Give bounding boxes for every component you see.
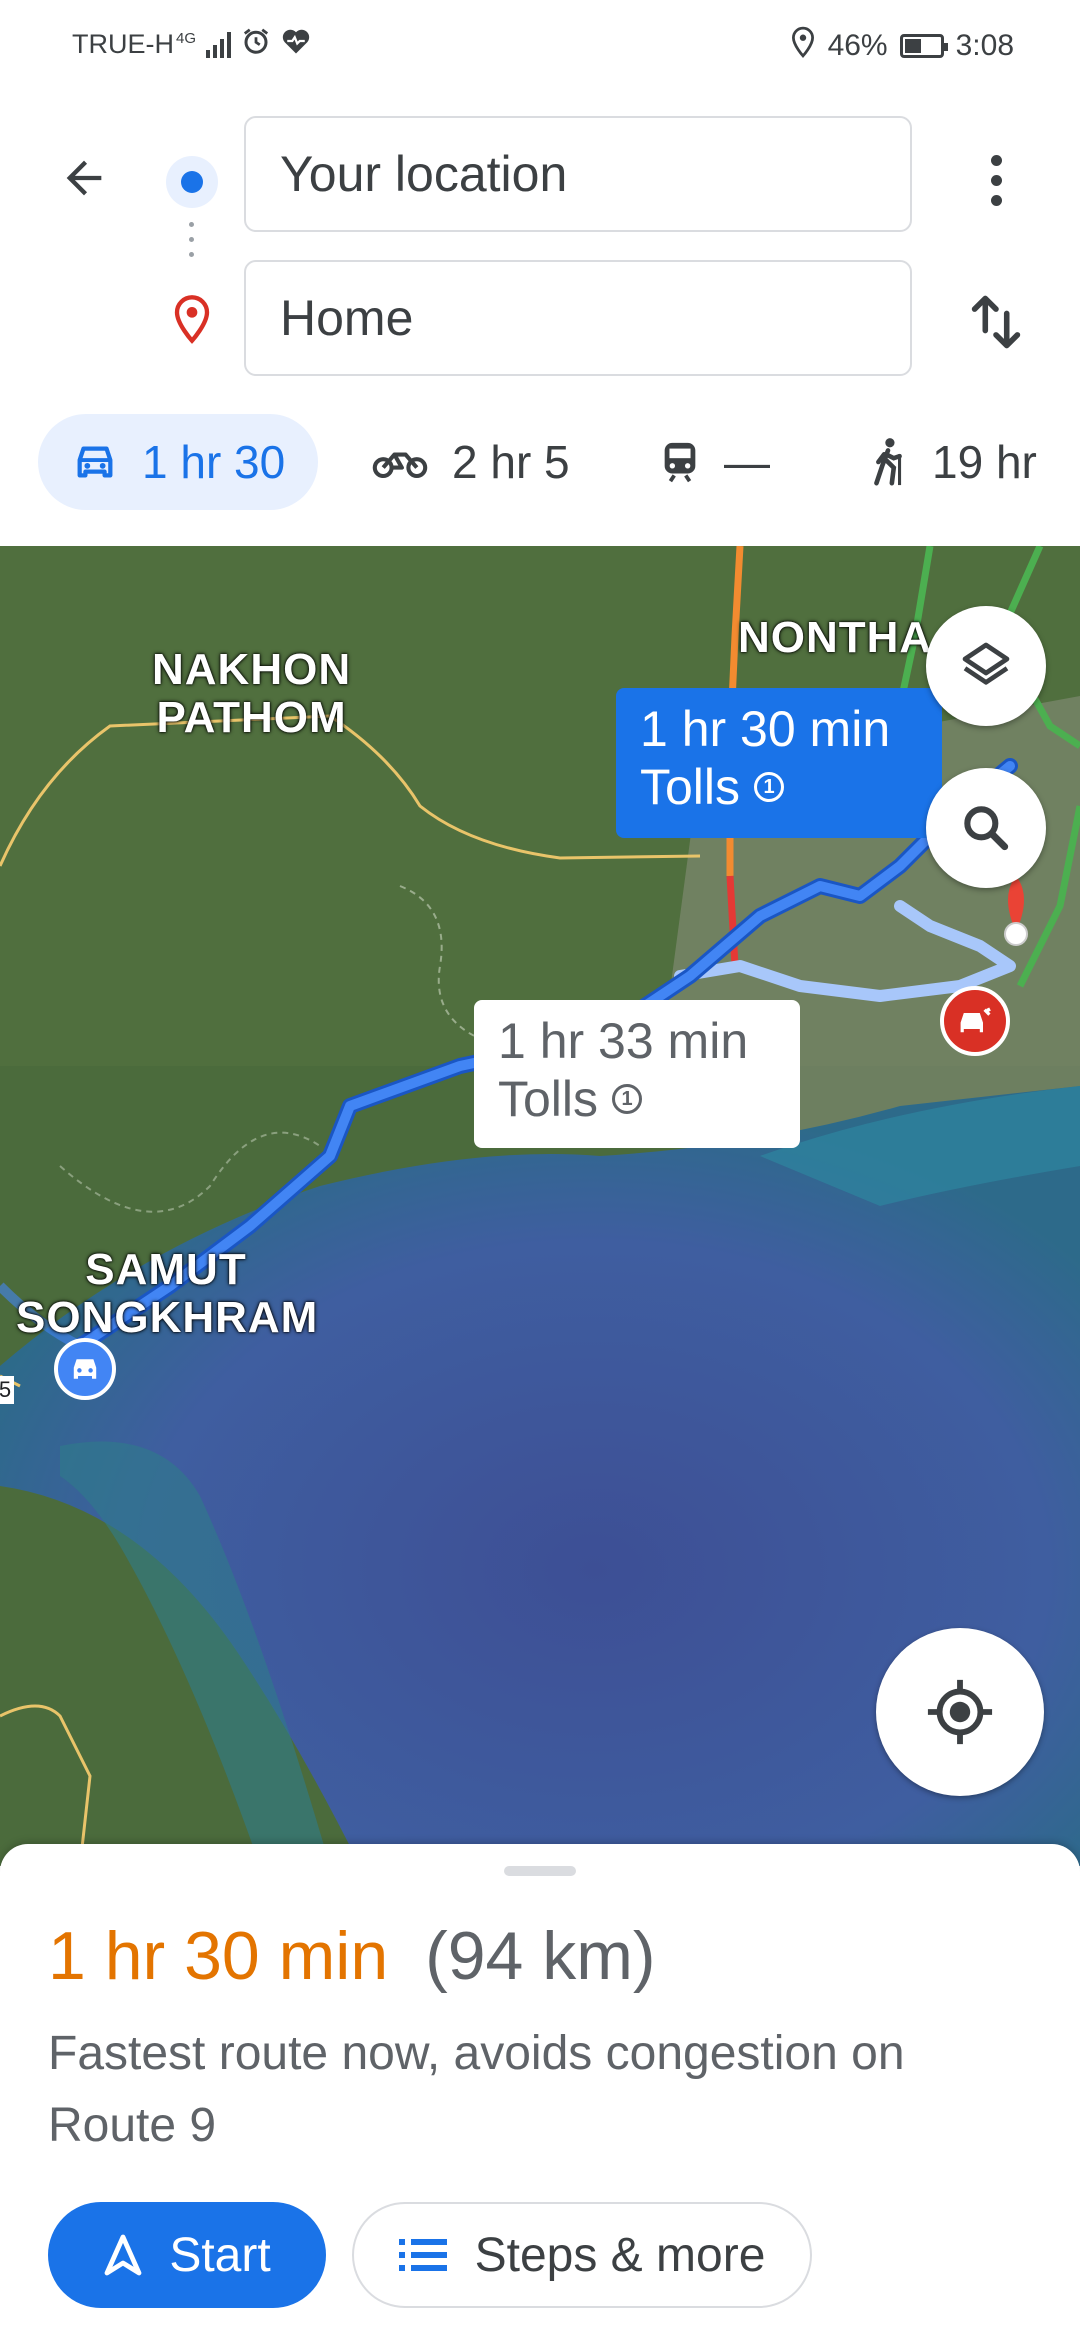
route-description: Fastest route now, avoids congestion on … xyxy=(48,2027,905,2152)
arrow-back-icon xyxy=(66,160,102,196)
navigation-arrow-icon xyxy=(104,2234,142,2276)
toll-info-icon: 1 xyxy=(612,1084,643,1114)
car-icon xyxy=(77,446,113,478)
alternate-route-note: Tolls xyxy=(498,1071,599,1127)
layers-icon xyxy=(962,642,1010,685)
crash-icon xyxy=(960,1007,991,1033)
mode-drive-tab[interactable]: 1 hr 30 xyxy=(38,414,318,510)
location-status-icon xyxy=(790,26,816,66)
alternate-route-time: 1 hr 33 min xyxy=(498,1013,749,1069)
clock: 3:08 xyxy=(955,29,1014,62)
status-right: 46% 3:08 xyxy=(790,26,1014,66)
travel-mode-tabs: 1 hr 30 2 hr 5 — 19 hr xyxy=(0,412,1080,512)
train-icon xyxy=(664,442,696,483)
back-button[interactable] xyxy=(48,142,120,214)
sheet-drag-handle[interactable] xyxy=(504,1866,576,1876)
mode-drive-label: 1 hr 30 xyxy=(142,436,286,488)
mode-motorcycle-label: 2 hr 5 xyxy=(452,436,570,488)
walking-icon xyxy=(874,438,902,486)
primary-route-time: 1 hr 30 min xyxy=(640,701,891,757)
origin-field[interactable]: Your location xyxy=(244,116,912,232)
origin-dot-icon xyxy=(166,156,218,208)
mode-motorcycle-tab[interactable]: 2 hr 5 xyxy=(372,414,570,510)
health-icon xyxy=(281,27,311,62)
map-label-nonthaburi: NONTHA xyxy=(738,613,933,662)
search-along-route-button[interactable] xyxy=(926,768,1046,888)
swap-icon xyxy=(971,295,1021,349)
alternate-route-callout[interactable]: 1 hr 33 min Tolls 1 xyxy=(474,1000,800,1148)
map-label-nakhon-pathom: NAKHON PATHOM xyxy=(152,645,352,742)
route-distance: (94 km) xyxy=(425,1918,656,1994)
motorcycle-icon xyxy=(372,452,428,479)
battery-percent: 46% xyxy=(827,29,888,62)
battery-icon xyxy=(899,34,948,58)
mode-transit-tab[interactable]: — xyxy=(660,414,770,510)
start-label: Start xyxy=(169,2228,271,2282)
destination-field[interactable]: Home xyxy=(244,260,912,376)
primary-route-note: Tolls xyxy=(640,759,741,815)
swap-button[interactable] xyxy=(960,286,1032,358)
toll-info-icon: 1 xyxy=(754,772,785,802)
carrier-label: TRUE-H xyxy=(72,29,174,59)
status-bar: TRUE-H 4G 46% 3:08 xyxy=(0,0,1080,90)
my-location-button[interactable] xyxy=(876,1628,1044,1796)
road-number-label: 5 xyxy=(0,1376,14,1404)
steps-label: Steps & more xyxy=(474,2228,766,2282)
search-icon xyxy=(964,806,1009,851)
alarm-icon xyxy=(241,26,271,63)
mode-transit-label: — xyxy=(724,436,770,488)
traffic-incident-marker[interactable] xyxy=(940,986,1010,1056)
map-label-samut-songkhram: SAMUT SONGKHRAM xyxy=(16,1245,319,1342)
map-view[interactable]: NAKHON PATHOM NONTHA SAMUT SONGKHRAM 5 1… xyxy=(0,546,1080,1866)
more-options-button[interactable] xyxy=(966,144,1026,216)
layers-button[interactable] xyxy=(926,606,1046,726)
car-icon xyxy=(73,1359,97,1379)
route-connector-dots xyxy=(189,222,195,267)
destination-pin-icon xyxy=(172,294,212,344)
steps-and-more-button[interactable]: Steps & more xyxy=(352,2202,812,2308)
route-summary: 1 hr 30 min (94 km) xyxy=(48,1916,656,1996)
start-navigation-button[interactable]: Start xyxy=(48,2202,326,2308)
status-left: TRUE-H 4G xyxy=(72,26,311,63)
list-icon xyxy=(398,2239,447,2271)
route-duration: 1 hr 30 min xyxy=(48,1918,389,1994)
mode-walk-label: 19 hr xyxy=(932,436,1037,488)
crosshair-icon xyxy=(927,1679,993,1745)
network-label: 4G xyxy=(176,30,197,47)
route-summary-sheet: 1 hr 30 min (94 km) Fastest route now, a… xyxy=(0,1844,1080,2340)
signal-icon xyxy=(206,31,232,58)
mode-walk-tab[interactable]: 19 hr xyxy=(868,414,1037,510)
primary-route-callout[interactable]: 1 hr 30 min Tolls 1 xyxy=(616,688,942,838)
car-location-marker xyxy=(54,1338,116,1400)
directions-header: Your location Home 1 hr 30 2 hr 5 — 19 h… xyxy=(0,90,1080,546)
